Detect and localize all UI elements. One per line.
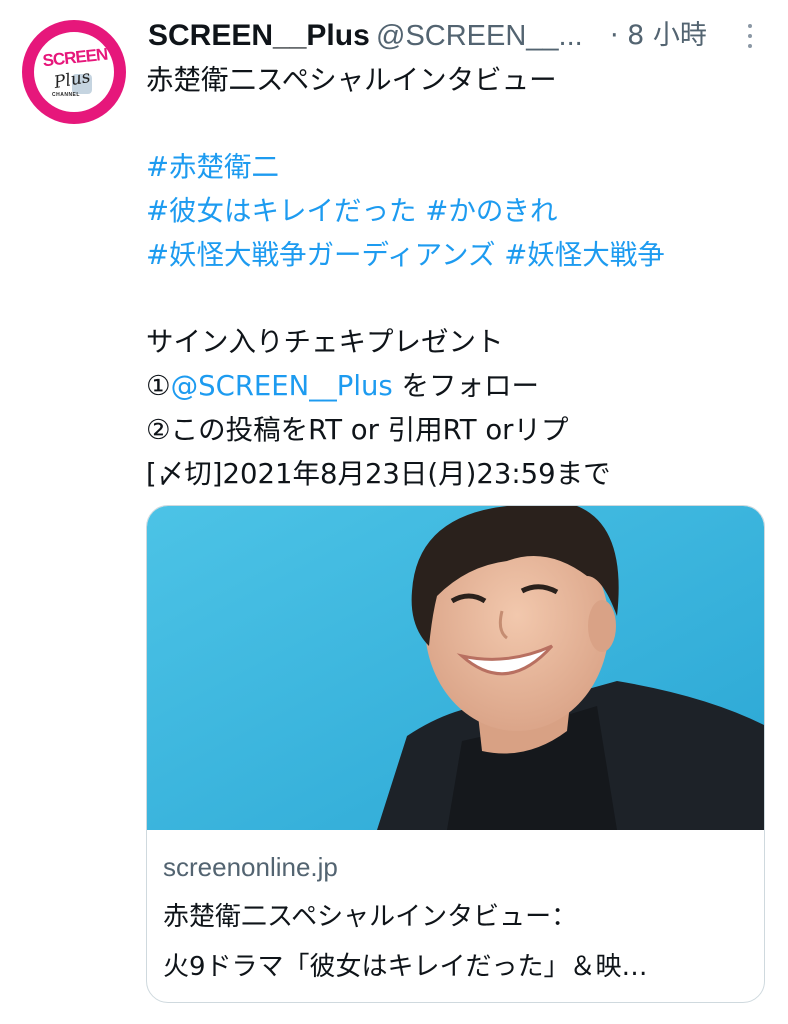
hashtag-row-2: #彼女はキレイだった #かのきれ (146, 189, 766, 233)
card-domain: screenonline.jp (163, 852, 338, 882)
tweet[interactable]: SCREEN Plus CHANNEL SCREEN__Plus @SCREEN… (0, 0, 788, 1024)
card-photo[interactable] (147, 506, 765, 830)
step-2: ②この投稿をRT or 引用RT orリプ (146, 414, 569, 446)
present-title: サイン入りチェキプレゼント (146, 326, 504, 358)
card-title: 赤楚衛二スペシャルインタビュー： (163, 902, 578, 932)
tweet-text: 赤楚衛二スペシャルインタビュー #赤楚衛二 #彼女はキレイだった #かのきれ #… (146, 58, 766, 496)
user-handle[interactable]: @SCREEN__... (376, 14, 583, 58)
avatar-logo-channel: CHANNEL (52, 92, 80, 98)
card-description: 火9ドラマ「彼女はキレイだった」＆映… (163, 952, 648, 982)
step-1: ①@SCREEN__Plus をフォロー (146, 364, 766, 408)
hashtag-link[interactable]: #妖怪大戦争ガーディアンズ (146, 239, 495, 271)
hashtag-link[interactable]: #彼女はキレイだった (146, 195, 417, 227)
display-name[interactable]: SCREEN__Plus (148, 14, 370, 58)
step-1-suffix: をフォロー (392, 370, 539, 402)
deadline: [〆切]2021年8月23日(月)23:59まで (146, 458, 611, 490)
mention-link[interactable]: @SCREEN__Plus (171, 370, 393, 402)
avatar[interactable]: SCREEN Plus CHANNEL (22, 20, 126, 124)
hashtag-link[interactable]: #妖怪大戦争 (504, 239, 665, 271)
tweet-header: SCREEN__Plus @SCREEN__... · 8 小時 (148, 14, 768, 58)
more-vertical-icon[interactable] (743, 22, 757, 50)
hashtag-link[interactable]: #かのきれ (425, 195, 557, 227)
avatar-logo-text: SCREEN (41, 44, 109, 71)
hashtag-link[interactable]: #赤楚衛二 (146, 151, 279, 183)
step-1-prefix: ① (146, 370, 171, 402)
tweet-line-title: 赤楚衛二スペシャルインタビュー (146, 64, 557, 96)
link-preview-card[interactable]: screenonline.jp 赤楚衛二スペシャルインタビュー： 火9ドラマ「彼… (146, 505, 765, 1003)
hashtag-row-1: #赤楚衛二 (146, 145, 766, 189)
hashtag-row-3: #妖怪大戦争ガーディアンズ #妖怪大戦争 (146, 233, 766, 277)
timestamp[interactable]: · 8 小時 (610, 14, 707, 58)
